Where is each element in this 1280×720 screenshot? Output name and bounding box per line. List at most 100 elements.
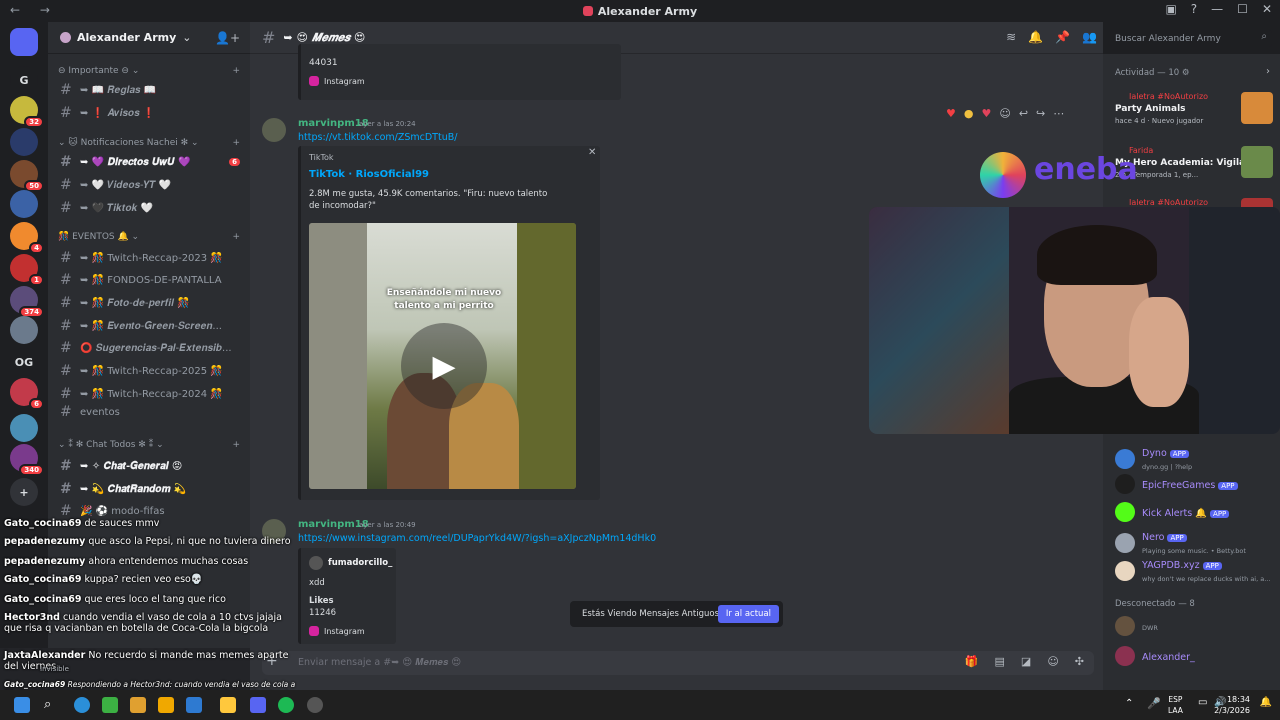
app-icon[interactable]	[130, 697, 146, 713]
channel-item[interactable]: # ⭕ 𝑺𝒖𝒈𝒆𝒓𝒆𝒏𝒄𝒊𝒂𝒔-𝑷𝒂𝒍-𝑬𝒙𝒕𝒆𝒏𝒔𝒊𝒃...	[60, 340, 240, 356]
chevron-right-icon[interactable]: ›	[1266, 66, 1270, 77]
channel-item[interactable]: # ➥ 🎊 Twitch-Reccap-2024 🎊	[60, 386, 240, 402]
bell-icon[interactable]: 🔔	[1028, 30, 1043, 44]
server-icon[interactable]: 374	[10, 286, 44, 318]
add-channel-icon[interactable]: +	[232, 138, 240, 148]
channel-item[interactable]: # ➥ 🎊 FONDOS-DE-PANTALLA	[60, 272, 240, 288]
notifications-icon[interactable]: 🔔	[1260, 697, 1272, 708]
search-input[interactable]: Buscar Alexander Army ⌕	[1110, 30, 1272, 47]
emoji-icon[interactable]: ☺	[1047, 655, 1058, 668]
server-icon[interactable]: 50	[10, 160, 44, 192]
close-button[interactable]: ✕	[1262, 2, 1272, 16]
avatar[interactable]	[262, 118, 286, 142]
sticker-icon[interactable]: ◪	[1021, 655, 1031, 668]
server-icon[interactable]: OG	[10, 348, 38, 376]
add-reaction-icon[interactable]: ☺	[999, 107, 1010, 120]
app-icon[interactable]	[158, 697, 174, 713]
apps-icon[interactable]: ✣	[1075, 655, 1084, 668]
channel-item[interactable]: # ➥ 🤍 𝑽𝒊𝒅𝒆𝒐𝒔-𝒀𝑻 🤍	[60, 177, 240, 193]
gift-icon[interactable]: 🎁	[965, 655, 979, 668]
add-channel-icon[interactable]: +	[232, 66, 240, 76]
close-icon[interactable]: ✕	[588, 147, 596, 158]
channel-item[interactable]: # ➥ 📖 𝑹𝒆𝒈𝒍𝒂𝒔 📖	[60, 82, 240, 98]
server-icon[interactable]	[10, 190, 38, 218]
inbox-icon[interactable]: ▣	[1165, 2, 1176, 16]
server-icon[interactable]: 4	[10, 222, 44, 254]
channel-item[interactable]: # ➥ 💫 𝑪𝒉𝒂𝒕𝑹𝒂𝒏𝒅𝒐𝒎 💫	[60, 481, 240, 497]
category-eventos[interactable]: 🎊 EVENTOS 🔔 ⌄ +	[58, 232, 240, 242]
play-icon[interactable]: ▶	[401, 323, 487, 409]
member-item[interactable]: Dyno APP dyno.gg | ?help	[1115, 446, 1275, 472]
emoji-reaction-icon[interactable]: ●	[964, 107, 974, 120]
server-icon[interactable]: G	[10, 66, 38, 94]
member-item[interactable]: DWR	[1115, 616, 1275, 636]
mic-icon[interactable]: 🎤	[1147, 697, 1161, 710]
members-icon[interactable]: 👥	[1082, 30, 1097, 44]
channel-item[interactable]: # ➥ 🎊 𝑬𝒗𝒆𝒏𝒕𝒐-𝑮𝒓𝒆𝒆𝒏-𝑺𝒄𝒓𝒆𝒆𝒏...	[60, 318, 240, 334]
gif-icon[interactable]: ▤	[995, 655, 1005, 668]
message-composer[interactable]: + Enviar mensaje a #➥ 😍 𝑴𝒆𝒎𝒆𝒔 😍 🎁 ▤ ◪ ☺ …	[262, 651, 1094, 675]
server-icon[interactable]: 1	[10, 254, 44, 286]
channel-item[interactable]: # ➥ ✧ 𝑪𝒉𝒂𝒕-𝑮𝒆𝒏𝒆𝒓𝒂𝒍 😡	[60, 458, 240, 474]
clock[interactable]: 18:34 2/3/2026	[1214, 694, 1250, 716]
invite-user-icon[interactable]: 👤+	[215, 31, 240, 45]
embed-title[interactable]: TikTok · RiosOficial99	[309, 169, 429, 180]
server-icon[interactable]	[10, 128, 38, 156]
channel-item[interactable]: # ➥ 🖤 𝑻𝒊𝒌𝒕𝒐𝒌 🤍	[60, 200, 240, 216]
add-server-button[interactable]: +	[10, 478, 38, 506]
app-icon[interactable]	[102, 697, 118, 713]
heart-reaction-icon[interactable]: ♥	[981, 107, 991, 120]
channel-item[interactable]: # ➥ 💜 𝑫𝒊𝒓𝒆𝒄𝒕𝒐𝒔 𝑼𝒘𝑼 💜 6	[60, 154, 240, 170]
member-item[interactable]: Alexander_	[1115, 646, 1275, 666]
embed-username[interactable]: fumadorcillo_	[328, 558, 392, 568]
channel-item[interactable]: # ➥ 🎊 Twitch-Reccap-2023 🎊	[60, 250, 240, 266]
obs-icon[interactable]	[307, 697, 323, 713]
server-icon[interactable]	[10, 414, 38, 442]
file-explorer-icon[interactable]	[220, 697, 236, 713]
guild-header[interactable]: Alexander Army ⌄ 👤+	[48, 22, 250, 54]
language-indicator[interactable]: ESP LAA	[1168, 694, 1183, 716]
message-link[interactable]: https://www.instagram.com/reel/DUPaprYkd…	[298, 533, 656, 544]
member-item[interactable]: EpicFreeGames APP	[1115, 474, 1275, 494]
video-player[interactable]: Enseñándole mi nuevo talento a mi perrit…	[309, 223, 576, 489]
channel-item[interactable]: # eventos	[60, 404, 240, 420]
server-icon[interactable]: 32	[10, 96, 44, 128]
server-icon[interactable]: 340	[10, 444, 44, 476]
more-icon[interactable]: ⋯	[1053, 107, 1064, 120]
edge-icon[interactable]	[74, 697, 90, 713]
member-item[interactable]: Kick Alerts 🔔 APP	[1115, 502, 1275, 522]
nav-arrows[interactable]: ← →	[10, 3, 58, 17]
spotify-icon[interactable]	[278, 697, 294, 713]
category-chat-todos[interactable]: ⌄ ⁑ ✻ Chat Todos ✻ ⁑ ⌄ +	[58, 440, 240, 450]
member-item[interactable]: Nero APP Playing some music. • Betty.bot	[1115, 530, 1275, 556]
channel-item[interactable]: # ➥ ❗ 𝑨𝒗𝒊𝒔𝒐𝒔 ❗	[60, 105, 240, 121]
pin-icon[interactable]: 📌	[1055, 30, 1070, 44]
discord-icon[interactable]	[250, 697, 266, 713]
minimize-button[interactable]: —	[1211, 2, 1223, 16]
message-link[interactable]: https://vt.tiktok.com/ZSmcDTtuB/	[298, 132, 457, 143]
maximize-button[interactable]: ☐	[1237, 2, 1248, 16]
jump-to-present-button[interactable]: Ir al actual	[717, 605, 779, 623]
chevron-up-icon[interactable]: ⌃	[1125, 698, 1133, 709]
channel-item[interactable]: # ➥ 🎊 Twitch-Reccap-2025 🎊	[60, 363, 240, 379]
category-importante[interactable]: ⊖ Importante ⊖ ⌄ +	[58, 66, 240, 76]
forward-icon[interactable]: ↪	[1036, 107, 1045, 120]
server-icon[interactable]	[10, 316, 38, 344]
member-item[interactable]: YAGPDB.xyz APP why don't we replace ducks …	[1115, 558, 1275, 584]
add-channel-icon[interactable]: +	[232, 232, 240, 242]
app-icon[interactable]	[186, 697, 202, 713]
category-notificaciones[interactable]: ⌄ 🐱 Notificaciones Nachei ✻ ⌄ +	[58, 138, 240, 148]
network-icon[interactable]: ▭	[1198, 697, 1207, 708]
windows-start-icon[interactable]	[14, 697, 30, 713]
activity-card[interactable]: Ialetra #NoAutorizo Party Animals hace 4 d…	[1111, 92, 1273, 132]
threads-icon[interactable]: ≋	[1006, 30, 1016, 44]
heart-reaction-icon[interactable]: ♥	[946, 107, 956, 120]
reply-icon[interactable]: ↩	[1019, 107, 1028, 120]
discord-home-icon[interactable]	[10, 28, 38, 56]
channel-item[interactable]: # ➥ 🎊 𝑭𝒐𝒕𝒐-𝒅𝒆-𝒑𝒆𝒓𝒇𝒊𝒍 🎊	[60, 295, 240, 311]
add-channel-icon[interactable]: +	[232, 440, 240, 450]
search-icon[interactable]: ⌕	[44, 697, 60, 713]
help-icon[interactable]: ?	[1191, 2, 1197, 16]
server-icon[interactable]: 6	[10, 378, 44, 410]
hash-icon: #	[60, 363, 72, 379]
